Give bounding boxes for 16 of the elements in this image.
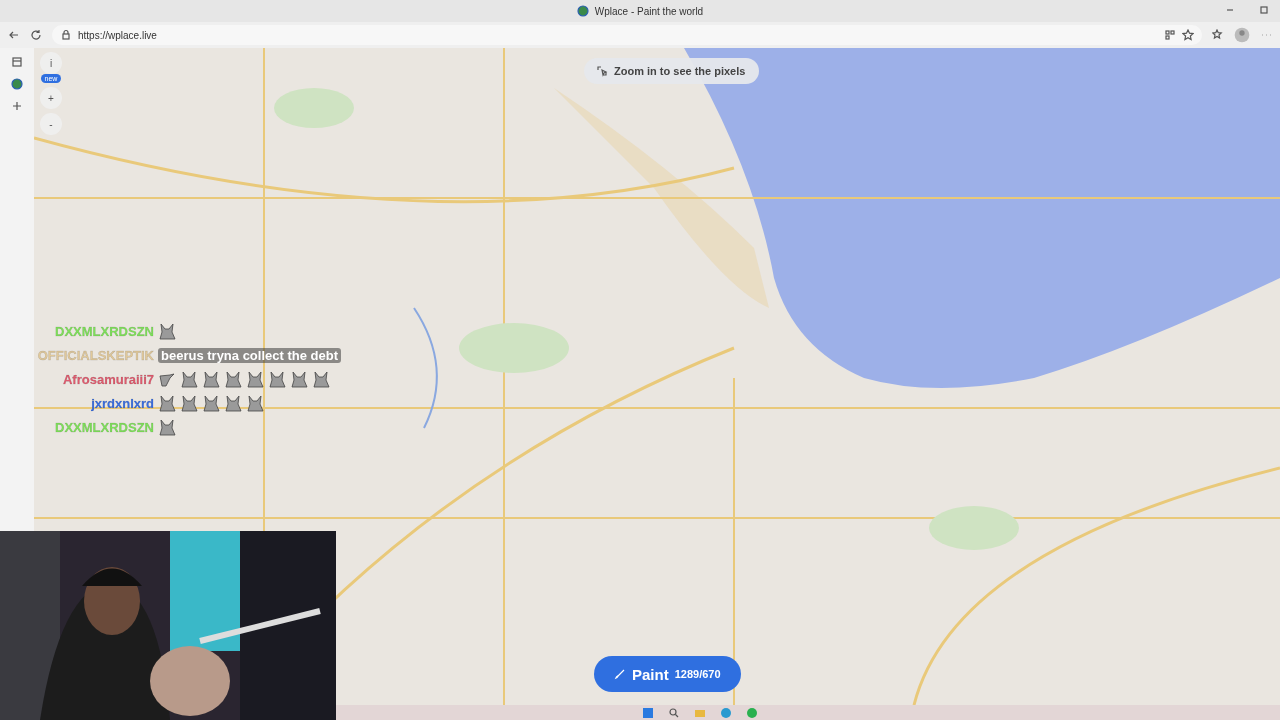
search-icon[interactable] <box>668 706 680 719</box>
plus-icon[interactable] <box>11 100 23 112</box>
window-title: Wplace - Paint the world <box>594 5 704 17</box>
restore-icon[interactable] <box>1258 4 1270 16</box>
star-icon[interactable] <box>1182 29 1194 41</box>
sidebar-icon[interactable] <box>11 56 23 68</box>
globe-icon[interactable] <box>11 78 23 90</box>
favorites-icon[interactable] <box>1212 29 1224 41</box>
globe-icon <box>576 5 589 17</box>
grid-icon[interactable] <box>1164 29 1176 41</box>
address-field[interactable]: https://wplace.live <box>52 25 1202 45</box>
profile-icon[interactable] <box>1234 27 1250 43</box>
back-icon[interactable] <box>8 29 20 41</box>
lock-icon <box>60 29 72 41</box>
reload-icon[interactable] <box>30 29 42 41</box>
windows-icon[interactable] <box>642 706 654 719</box>
